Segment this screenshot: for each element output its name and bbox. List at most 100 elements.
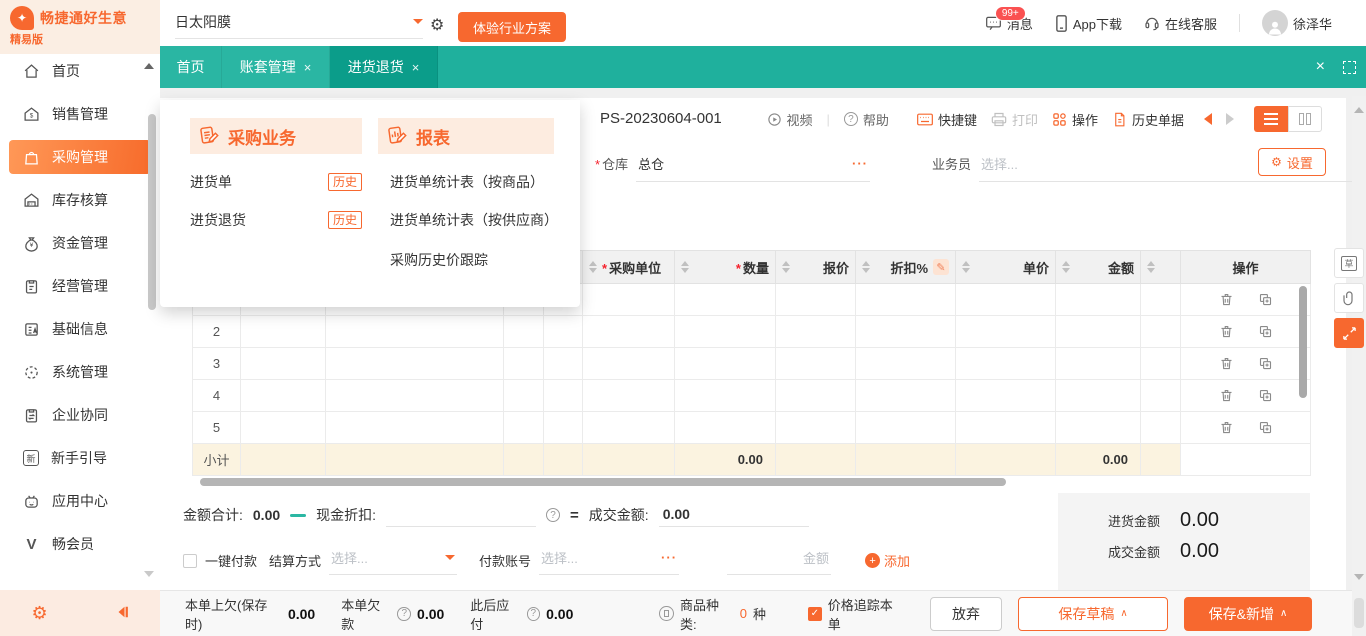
delete-row-icon[interactable] (1219, 324, 1234, 339)
sort-icon[interactable] (681, 261, 689, 273)
draft-button[interactable]: 草 (1334, 248, 1364, 278)
sort-icon[interactable] (862, 261, 870, 273)
add-payment-button[interactable]: + 添加 (865, 551, 910, 570)
sidebar-item-guide[interactable]: 新 新手引导 (9, 441, 151, 475)
scroll-up-icon[interactable] (1354, 102, 1364, 113)
settings-button[interactable]: ⚙ 设置 (1258, 148, 1326, 176)
question-icon[interactable]: ? (546, 508, 560, 522)
sidebar-item-system[interactable]: 系统管理 (9, 355, 151, 389)
robot-icon (23, 493, 40, 510)
sidebar-item-app-center[interactable]: 应用中心 (9, 484, 151, 518)
sidebar-item-member[interactable]: V 畅会员 (9, 527, 151, 561)
close-tab-icon[interactable]: × (412, 60, 420, 75)
col-discount[interactable]: 折扣%✎ (856, 251, 956, 284)
tab-account-mgmt[interactable]: 账套管理 × (222, 46, 330, 88)
col-purchase-unit[interactable]: *采购单位 (583, 251, 675, 284)
next-doc-icon[interactable] (1226, 113, 1240, 125)
history-badge[interactable]: 历史 (328, 211, 362, 229)
table-scroll-thumb[interactable] (1299, 286, 1307, 398)
menu-item-purchase-order[interactable]: 进货单 历史 (190, 172, 362, 192)
col-unit-price[interactable]: 单价 (956, 251, 1056, 284)
actions-menu-button[interactable]: 操作 (1052, 110, 1098, 129)
save-and-new-button[interactable]: 保存&新增∧ (1184, 597, 1312, 631)
abandon-button[interactable]: 放弃 (930, 597, 1002, 631)
card-view-button[interactable] (1288, 106, 1322, 132)
menu-item-purchase-return[interactable]: 进货退货 历史 (190, 210, 362, 230)
purchase-amount-value: 0.00 (1180, 509, 1219, 532)
sort-icon[interactable] (589, 261, 597, 273)
copy-row-icon[interactable] (1258, 356, 1273, 371)
copy-row-icon[interactable] (1258, 420, 1273, 435)
warehouse-input[interactable]: 总仓 ··· (636, 152, 870, 182)
sort-icon[interactable] (962, 261, 970, 273)
question-icon[interactable]: ? (397, 607, 411, 621)
sidebar-item-sales[interactable]: $ 销售管理 (9, 97, 151, 131)
col-extra[interactable] (1141, 251, 1181, 284)
picker-ellipsis-icon[interactable]: ··· (661, 550, 677, 565)
help-link[interactable]: ? 帮助 (844, 110, 889, 129)
delete-row-icon[interactable] (1219, 420, 1234, 435)
user-menu[interactable]: 徐泽华 (1262, 10, 1332, 36)
fullscreen-icon[interactable] (1343, 61, 1356, 74)
copy-row-icon[interactable] (1258, 324, 1273, 339)
deal-amount-input[interactable]: 0.00 (659, 503, 809, 527)
tab-purchase-return[interactable]: 进货退货 × (330, 46, 438, 88)
close-all-icon[interactable]: × (1316, 58, 1325, 76)
account-select[interactable]: 日太阳膜 (175, 12, 423, 39)
delete-row-icon[interactable] (1219, 356, 1234, 371)
history-badge[interactable]: 历史 (328, 173, 362, 191)
sidebar-scroll-thumb[interactable] (148, 114, 156, 310)
messages-button[interactable]: 消息 99+ (985, 14, 1033, 33)
scroll-thumb[interactable] (1354, 598, 1364, 628)
menu-item-stats-by-product[interactable]: 进货单统计表（按商品） (390, 172, 544, 192)
online-service-button[interactable]: 在线客服 (1144, 14, 1217, 33)
oneclick-pay-checkbox[interactable] (183, 554, 197, 568)
attachment-button[interactable] (1334, 283, 1364, 313)
menu-item-price-history[interactable]: 采购历史价跟踪 (390, 250, 488, 270)
horizontal-scroll-thumb[interactable] (200, 478, 1006, 486)
history-docs-button[interactable]: 历史单据 (1112, 110, 1184, 129)
delete-row-icon[interactable] (1219, 292, 1234, 307)
collapse-sidebar-icon[interactable] (111, 604, 129, 623)
sidebar-item-funds[interactable]: ¥ 资金管理 (9, 226, 151, 260)
sidebar-item-operations[interactable]: 经营管理 (9, 269, 151, 303)
sort-icon[interactable] (782, 261, 790, 273)
copy-row-icon[interactable] (1258, 292, 1273, 307)
col-quote[interactable]: 报价 (776, 251, 856, 284)
app-download-button[interactable]: App下载 (1055, 14, 1122, 33)
sidebar-item-base-info[interactable]: 基础信息 (9, 312, 151, 346)
list-view-button[interactable] (1254, 106, 1288, 132)
close-tab-icon[interactable]: × (304, 60, 312, 75)
settings-gear-icon[interactable]: ⚙ (430, 18, 444, 34)
video-link[interactable]: 视频 (767, 110, 813, 129)
trial-plan-button[interactable]: 体验行业方案 (458, 12, 566, 42)
sidebar-item-purchase[interactable]: 采购管理 (9, 140, 151, 174)
menu-item-stats-by-supplier[interactable]: 进货单统计表（按供应商） (390, 210, 558, 230)
col-amount[interactable]: 金额 (1056, 251, 1141, 284)
sidebar-item-inventory[interactable]: 库存核算 (9, 183, 151, 217)
sidebar-item-collab[interactable]: 企业协同 (9, 398, 151, 432)
settle-method-select[interactable]: 选择... (329, 546, 457, 575)
sort-icon[interactable] (1062, 261, 1070, 273)
price-track-checkbox[interactable]: ✓ (808, 607, 822, 621)
tab-home[interactable]: 首页 (160, 46, 222, 88)
pay-account-select[interactable]: 选择... ··· (539, 546, 679, 575)
print-button[interactable]: 打印 (991, 110, 1038, 129)
pay-amount-input[interactable]: 金额 (727, 546, 831, 575)
prev-doc-icon[interactable] (1198, 113, 1212, 125)
page-scrollbar[interactable] (1352, 96, 1366, 636)
save-draft-button[interactable]: 保存草稿∧ (1018, 597, 1168, 631)
hotkeys-button[interactable]: 快捷键 (917, 110, 977, 129)
edit-pencil-icon[interactable]: ✎ (933, 259, 949, 275)
sidebar-settings-gear-icon[interactable]: ⚙ (31, 603, 47, 624)
picker-ellipsis-icon[interactable]: ··· (852, 156, 868, 171)
scroll-down-icon[interactable] (1354, 574, 1364, 585)
delete-row-icon[interactable] (1219, 388, 1234, 403)
question-icon[interactable]: ? (527, 607, 541, 621)
sidebar-item-home[interactable]: 首页 (9, 54, 151, 88)
copy-row-icon[interactable] (1258, 388, 1273, 403)
col-quantity[interactable]: *数量 (675, 251, 776, 284)
cash-discount-input[interactable] (386, 503, 536, 527)
expand-button[interactable] (1334, 318, 1364, 348)
sort-icon[interactable] (1147, 261, 1155, 273)
